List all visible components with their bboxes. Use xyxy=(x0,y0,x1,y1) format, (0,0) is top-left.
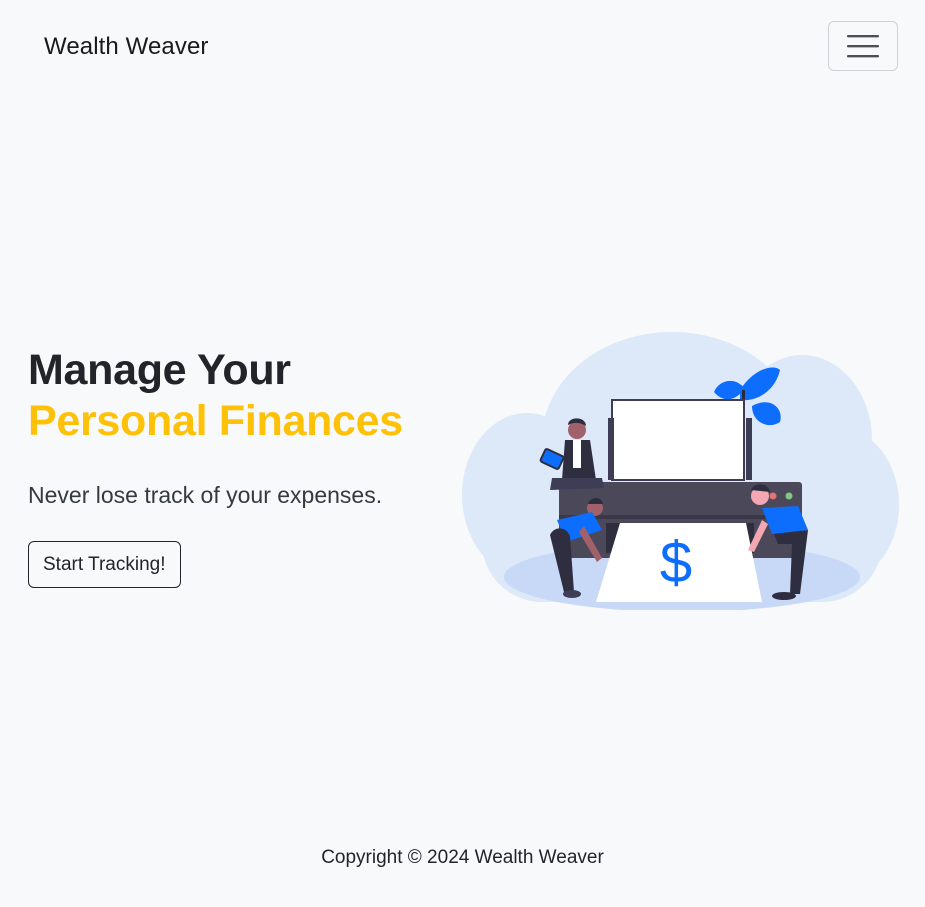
navbar-toggler-button[interactable] xyxy=(828,21,898,71)
finance-illustration: $ xyxy=(462,332,899,610)
hero-tagline: Never lose track of your expenses. xyxy=(28,482,383,508)
copyright-text: Copyright © 2024 Wealth Weaver xyxy=(321,847,604,868)
headline-accent: Personal Finances xyxy=(28,397,403,445)
headline-main: Manage Your xyxy=(28,346,291,394)
dollar-symbol: $ xyxy=(660,530,692,595)
paper-top xyxy=(611,399,745,481)
hamburger-menu-icon xyxy=(847,35,879,58)
hero-headline: Manage Your Personal Finances xyxy=(28,345,468,447)
footer: Copyright © 2024 Wealth Weaver xyxy=(0,845,925,871)
start-tracking-button[interactable]: Start Tracking! xyxy=(28,541,181,588)
navbar: Wealth Weaver xyxy=(0,0,925,92)
hero-section: Manage Your Personal Finances Never lose… xyxy=(28,345,468,588)
brand-link[interactable]: Wealth Weaver xyxy=(44,31,208,63)
